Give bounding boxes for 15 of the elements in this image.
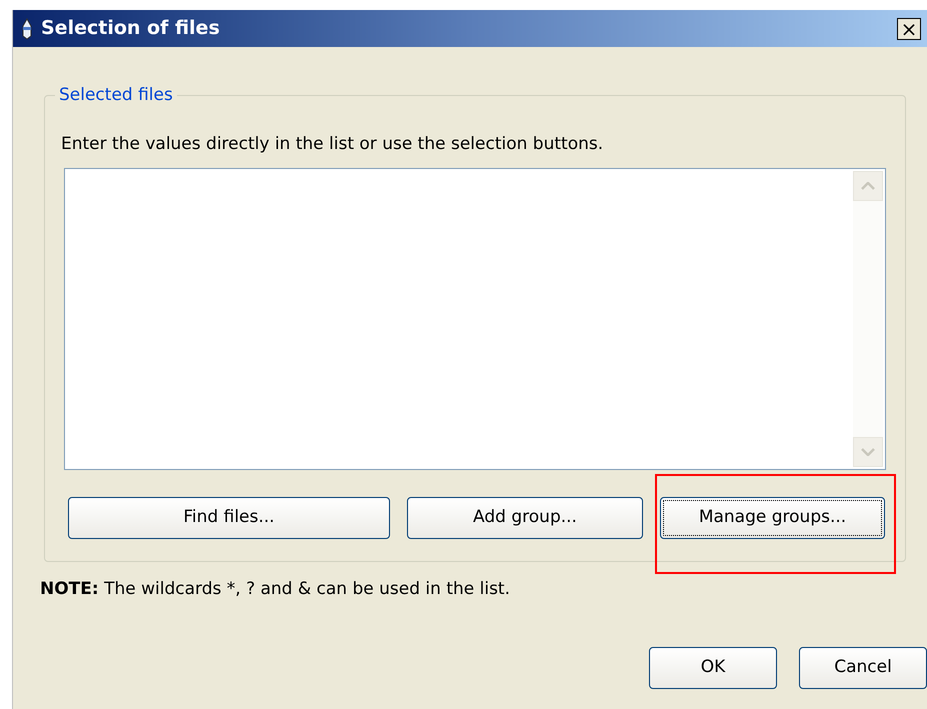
file-list[interactable] — [64, 168, 886, 470]
note-text: NOTE: The wildcards *, ? and & can be used in the list. — [40, 578, 510, 601]
action-button[interactable]: Add group... — [407, 496, 643, 538]
window-title: Selection of files — [41, 16, 220, 42]
dialog-button[interactable]: Cancel — [799, 646, 927, 688]
action-button[interactable]: Find files... — [68, 496, 390, 538]
dialog-button[interactable]: OK — [649, 646, 777, 688]
down-caret-icon — [861, 448, 875, 456]
close-button[interactable]: × — [897, 18, 921, 40]
action-button[interactable]: Manage groups... — [660, 496, 885, 538]
up-caret-icon — [861, 182, 875, 190]
scrollbar[interactable] — [853, 170, 883, 466]
scroll-up-button[interactable] — [853, 170, 883, 200]
instruction-text: Enter the values directly in the list or use the selection buttons. — [61, 133, 604, 156]
scroll-down-button[interactable] — [853, 436, 883, 466]
